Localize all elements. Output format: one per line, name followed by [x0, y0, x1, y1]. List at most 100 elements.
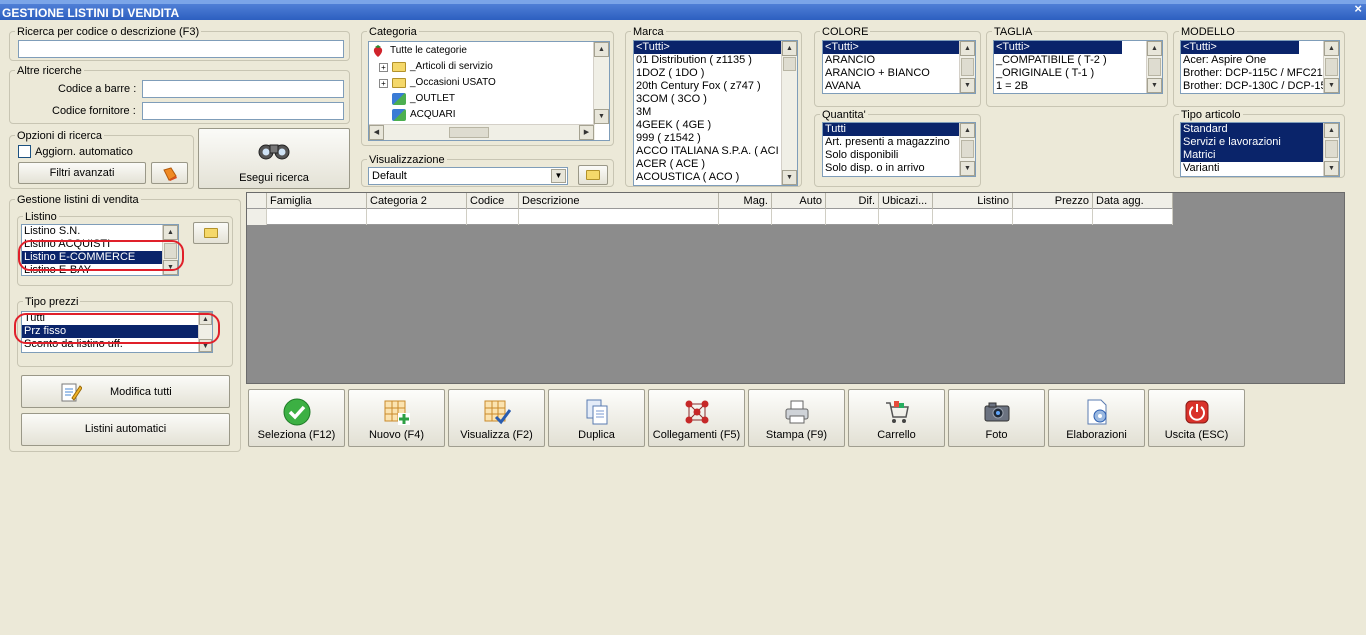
- column-header[interactable]: Ubicazi...: [879, 193, 933, 209]
- column-header[interactable]: Mag.: [719, 193, 772, 209]
- list-item[interactable]: 3COM ( 3CO ): [634, 93, 797, 106]
- column-header[interactable]: Dif.: [826, 193, 879, 209]
- visualization-select[interactable]: Default ▼: [368, 167, 568, 185]
- model-vscroll[interactable]: ▲ ▼: [1323, 41, 1339, 93]
- supplier-code-input[interactable]: [142, 102, 344, 120]
- scroll-up-icon[interactable]: ▲: [1147, 41, 1162, 56]
- scroll-up-icon[interactable]: ▲: [1324, 123, 1339, 138]
- cart-button[interactable]: Carrello: [848, 389, 945, 447]
- list-item[interactable]: ARANCIO: [823, 54, 975, 67]
- list-item[interactable]: Solo disp. o in arrivo: [823, 162, 975, 175]
- edit-all-button[interactable]: Modifica tutti: [21, 375, 230, 408]
- scroll-thumb[interactable]: [961, 140, 974, 158]
- list-item[interactable]: Brother: DCP-115C / MFC21: [1181, 67, 1339, 80]
- list-item[interactable]: 1DOZ ( 1DO ): [634, 67, 797, 80]
- tree-item-used[interactable]: + _Occasioni USATO: [371, 75, 609, 91]
- print-button[interactable]: Stampa (F9): [748, 389, 845, 447]
- list-item[interactable]: Varianti: [1181, 162, 1339, 175]
- size-vscroll[interactable]: ▲ ▼: [1146, 41, 1162, 93]
- expand-icon[interactable]: +: [379, 78, 388, 88]
- list-item[interactable]: 20th Century Fox ( z747 ): [634, 80, 797, 93]
- tree-item-outlet[interactable]: _OUTLET: [371, 91, 609, 107]
- scroll-down-icon[interactable]: ▼: [1147, 78, 1162, 93]
- tree-item-all[interactable]: Tutte le categorie: [371, 43, 609, 59]
- open-folder-button[interactable]: [578, 165, 608, 185]
- table-row[interactable]: [247, 209, 1173, 225]
- color-vscroll[interactable]: ▲ ▼: [959, 41, 975, 93]
- list-item[interactable]: <Tutti>: [994, 41, 1122, 54]
- scroll-thumb[interactable]: [1325, 140, 1338, 158]
- list-item[interactable]: 4GEEK ( 4GE ): [634, 119, 797, 132]
- auto-update-checkbox[interactable]: [18, 145, 31, 158]
- column-header[interactable]: Codice: [467, 193, 519, 209]
- category-tree[interactable]: Tutte le categorie + _Articoli di serviz…: [368, 41, 610, 141]
- select-button[interactable]: Seleziona (F12): [248, 389, 345, 447]
- article-type-list[interactable]: Standard Servizi e lavorazioni Matrici V…: [1180, 122, 1340, 177]
- results-grid[interactable]: Famiglia Categoria 2 Codice Descrizione …: [246, 192, 1345, 384]
- scroll-up-icon[interactable]: ▲: [782, 41, 797, 56]
- scroll-down-icon[interactable]: ▼: [1324, 78, 1339, 93]
- advanced-filters-button[interactable]: Filtri avanzati: [18, 162, 146, 184]
- scroll-right-icon[interactable]: ▶: [579, 125, 594, 140]
- scroll-thumb[interactable]: [961, 58, 974, 76]
- eraser-button[interactable]: [151, 162, 188, 184]
- column-header[interactable]: Listino: [933, 193, 1013, 209]
- quantity-vscroll[interactable]: ▲ ▼: [959, 123, 975, 176]
- chevron-down-icon[interactable]: ▼: [551, 169, 566, 183]
- duplicate-button[interactable]: Duplica: [548, 389, 645, 447]
- quantity-list[interactable]: Tutti Art. presenti a magazzino Solo dis…: [822, 122, 976, 177]
- column-header[interactable]: Prezzo: [1013, 193, 1093, 209]
- scroll-thumb[interactable]: [1325, 58, 1338, 76]
- listino-folder-button[interactable]: [193, 222, 229, 244]
- size-list[interactable]: <Tutti> _COMPATIBILE ( T-2 ) _ORIGINALE …: [993, 40, 1163, 94]
- list-item[interactable]: 01 Distribution ( z1135 ): [634, 54, 797, 67]
- category-hscroll[interactable]: ◀ ▶: [369, 124, 595, 140]
- list-item[interactable]: Tutti: [823, 123, 975, 136]
- list-item[interactable]: _ORIGINALE ( T-1 ): [994, 67, 1162, 80]
- scroll-left-icon[interactable]: ◀: [369, 125, 384, 140]
- list-item[interactable]: Listino S.N.: [22, 225, 178, 238]
- list-item[interactable]: Servizi e lavorazioni: [1181, 136, 1339, 149]
- scroll-up-icon[interactable]: ▲: [960, 41, 975, 56]
- list-item[interactable]: ACOUSTICA ( ACO ): [634, 171, 797, 184]
- brand-list[interactable]: <Tutti> 01 Distribution ( z1135 ) 1DOZ (…: [633, 40, 798, 186]
- list-item[interactable]: AVANA: [823, 80, 975, 93]
- scroll-down-icon[interactable]: ▼: [782, 170, 797, 185]
- list-item[interactable]: Standard: [1181, 123, 1339, 136]
- new-button[interactable]: Nuovo (F4): [348, 389, 445, 447]
- scroll-up-icon[interactable]: ▲: [1324, 41, 1339, 56]
- list-item[interactable]: _COMPATIBILE ( T-2 ): [994, 54, 1162, 67]
- scroll-thumb[interactable]: [1148, 58, 1161, 76]
- scroll-thumb[interactable]: [783, 57, 796, 71]
- article-type-vscroll[interactable]: ▲ ▼: [1323, 123, 1339, 176]
- color-list[interactable]: <Tutti> ARANCIO ARANCIO + BIANCO AVANA ▲…: [822, 40, 976, 94]
- column-header[interactable]: Categoria 2: [367, 193, 467, 209]
- category-vscroll[interactable]: ▲ ▼: [593, 42, 609, 124]
- list-item[interactable]: 3M: [634, 106, 797, 119]
- scroll-down-icon[interactable]: ▼: [594, 109, 609, 124]
- close-icon[interactable]: ×: [1354, 1, 1362, 16]
- auto-lists-button[interactable]: Listini automatici: [21, 413, 230, 446]
- list-item[interactable]: <Tutti>: [823, 41, 975, 54]
- list-item[interactable]: ARANCIO + BIANCO: [823, 67, 975, 80]
- tree-item-aquari[interactable]: ACQUARI: [371, 107, 609, 123]
- search-input[interactable]: [18, 40, 344, 58]
- list-item[interactable]: Solo disponibili: [823, 149, 975, 162]
- run-search-button[interactable]: Esegui ricerca: [198, 128, 350, 189]
- list-item[interactable]: ACCO ITALIANA S.P.A. ( ACI: [634, 145, 797, 158]
- column-header[interactable]: Descrizione: [519, 193, 719, 209]
- view-button[interactable]: Visualizza (F2): [448, 389, 545, 447]
- list-item[interactable]: 1 = 2B: [994, 80, 1162, 93]
- scroll-down-icon[interactable]: ▼: [960, 161, 975, 176]
- scroll-down-icon[interactable]: ▼: [960, 78, 975, 93]
- list-item[interactable]: Art. presenti a magazzino: [823, 136, 975, 149]
- links-button[interactable]: Collegamenti (F5): [648, 389, 745, 447]
- brand-vscroll[interactable]: ▲ ▼: [781, 41, 797, 185]
- hscroll-thumb[interactable]: [449, 127, 489, 138]
- tree-item-service[interactable]: + _Articoli di servizio: [371, 59, 609, 75]
- scroll-up-icon[interactable]: ▲: [594, 42, 609, 57]
- processing-button[interactable]: Elaborazioni: [1048, 389, 1145, 447]
- list-item[interactable]: Brother: DCP-130C / DCP-15: [1181, 80, 1339, 93]
- scroll-down-icon[interactable]: ▼: [1324, 161, 1339, 176]
- column-header[interactable]: Famiglia: [267, 193, 367, 209]
